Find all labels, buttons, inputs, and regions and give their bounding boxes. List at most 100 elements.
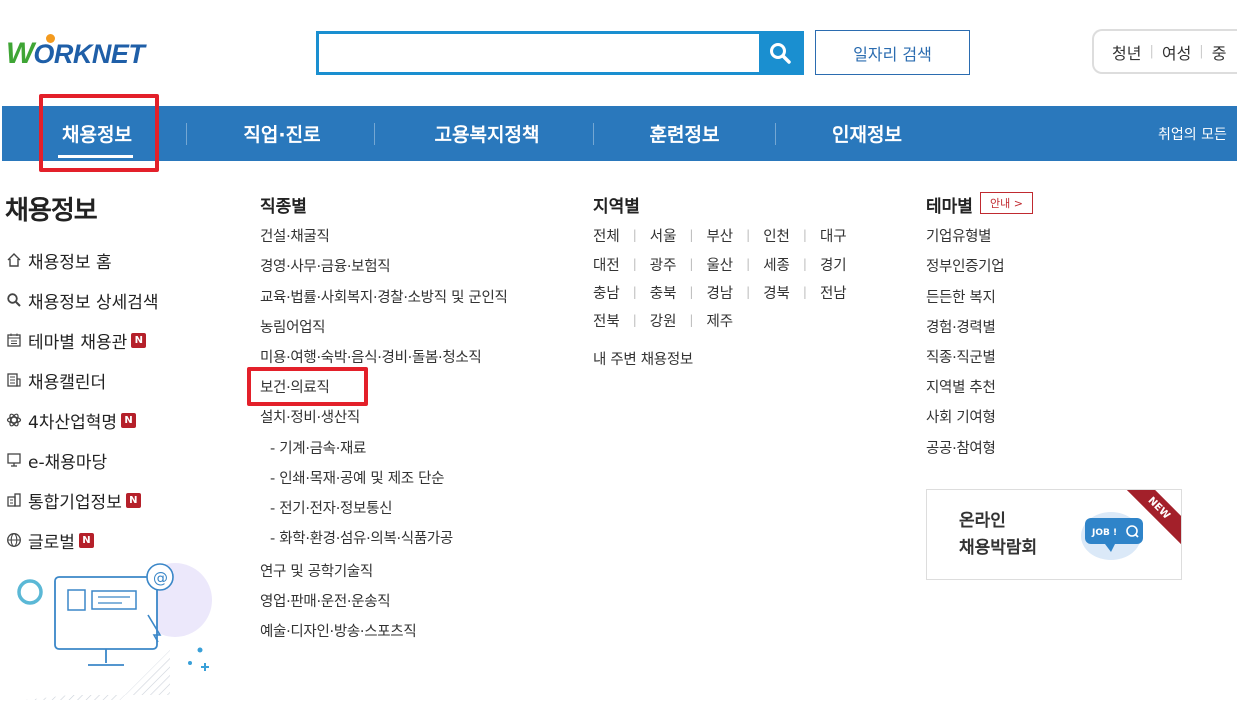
region-link[interactable]: 세종: [763, 254, 790, 275]
region-link[interactable]: 경남: [706, 282, 733, 303]
region-link[interactable]: 충북: [650, 282, 677, 303]
quick-links: 청년 | 여성 | 중: [1092, 29, 1237, 74]
region-row: 전북 | 강원 | 제주: [593, 310, 733, 331]
logo-text: ORKNET: [33, 38, 145, 69]
region-link[interactable]: 광주: [650, 254, 677, 275]
job-type-link[interactable]: 영업·판매·운전·운송직: [260, 590, 391, 611]
sidebar-item-4th-industry[interactable]: 4차산업혁명 N: [5, 400, 159, 440]
sidebar-item-label: 4차산업혁명: [28, 412, 118, 433]
job-type-link[interactable]: 경영·사무·금융·보험직: [260, 255, 391, 276]
nav-item-welfare[interactable]: 고용복지정책: [407, 106, 567, 161]
nav-right-link[interactable]: 취업의 모든: [1158, 106, 1227, 161]
job-subtype-link[interactable]: - 화학·환경·섬유·의복·식품가공: [270, 527, 453, 548]
search-input[interactable]: [319, 34, 759, 72]
theme-link[interactable]: 기업유형별: [926, 225, 992, 246]
sidebar-item-label: e-채용마당: [28, 452, 108, 473]
search-button[interactable]: [759, 34, 801, 72]
logo-dot: [46, 34, 55, 43]
job-types-title: 직종별: [260, 197, 307, 217]
quick-link-middle[interactable]: 중: [1212, 40, 1227, 64]
region-link[interactable]: 부산: [706, 225, 733, 246]
divider: |: [689, 257, 694, 271]
region-link[interactable]: 인천: [763, 225, 790, 246]
sidebar-title: 채용정보: [5, 196, 98, 226]
theme-link[interactable]: 정부인증기업: [926, 255, 1005, 276]
nav-divider: [593, 123, 594, 145]
sidebar-item-global[interactable]: 글로벌 N: [5, 520, 159, 560]
region-link[interactable]: 울산: [706, 254, 733, 275]
guide-button[interactable]: 안내 >: [980, 192, 1033, 214]
main-nav: 채용정보 직업·진로 고용복지정책 훈련정보 인재정보: [2, 106, 1237, 161]
sidebar-item-label: 채용정보 상세검색: [28, 292, 159, 313]
sidebar-item-detail-search[interactable]: 채용정보 상세검색: [5, 280, 159, 320]
job-type-link[interactable]: 연구 및 공학기술직: [260, 560, 373, 581]
worknet-logo[interactable]: W ORKNET: [6, 34, 145, 74]
theme-link[interactable]: 사회 기여형: [926, 406, 996, 427]
job-type-link[interactable]: 농림어업직: [260, 316, 326, 337]
nearby-jobs-link[interactable]: 내 주변 채용정보: [593, 348, 693, 369]
job-search-button[interactable]: 일자리 검색: [815, 30, 970, 75]
banner-line1: 온라인: [959, 511, 1006, 531]
divider: |: [632, 313, 637, 327]
region-link[interactable]: 대구: [820, 225, 847, 246]
region-row: 전체 | 서울 | 부산 | 인천 | 대구: [593, 225, 847, 246]
themes-title: 테마별: [926, 197, 973, 217]
theme-link[interactable]: 직종·직군별: [926, 346, 996, 367]
sidebar-item-label: 채용정보 홈: [28, 252, 112, 273]
nav-divider: [775, 123, 776, 145]
sidebar-item-e-recruit[interactable]: e-채용마당: [5, 440, 159, 480]
sidebar-item-company-info[interactable]: 통합기업정보 N: [5, 480, 159, 520]
nav-item-talent[interactable]: 인재정보: [802, 106, 932, 161]
job-type-link[interactable]: 예술·디자인·방송·스포츠직: [260, 620, 417, 641]
quick-link-women[interactable]: 여성: [1162, 40, 1191, 64]
job-type-link[interactable]: 교육·법률·사회복지·경찰·소방직 및 군인직: [260, 286, 508, 307]
divider: |: [689, 228, 694, 242]
job-type-link[interactable]: 건설·채굴직: [260, 225, 330, 246]
nav-item-career[interactable]: 직업·진로: [217, 106, 347, 161]
theme-link[interactable]: 경험·경력별: [926, 316, 996, 337]
region-link[interactable]: 경북: [763, 282, 790, 303]
divider: |: [632, 228, 637, 242]
sidebar-item-theme[interactable]: 테마별 채용관 N: [5, 320, 159, 360]
atom-icon: [5, 411, 23, 429]
region-link[interactable]: 서울: [650, 225, 677, 246]
sidebar-item-calendar[interactable]: 채용캘린더: [5, 360, 159, 400]
theme-link[interactable]: 지역별 추천: [926, 376, 996, 397]
new-badge: N: [78, 532, 94, 548]
region-link[interactable]: 전북: [593, 310, 620, 331]
job-subtype-link[interactable]: - 기계·금속·재료: [270, 437, 366, 458]
sidebar-item-label: 채용캘린더: [28, 372, 107, 393]
region-link[interactable]: 충남: [593, 282, 620, 303]
divider: |: [802, 285, 807, 299]
quick-link-youth[interactable]: 청년: [1112, 40, 1141, 64]
highlight-box: [247, 367, 368, 406]
online-job-fair-banner[interactable]: 온라인 채용박람회 JOB ! NEW: [926, 489, 1182, 580]
search-icon: [5, 291, 23, 309]
divider: |: [746, 257, 751, 271]
banner-line2: 채용박람회: [959, 538, 1038, 558]
region-link[interactable]: 경기: [820, 254, 847, 275]
globe-icon: [5, 531, 23, 549]
region-link[interactable]: 제주: [706, 310, 733, 331]
region-link[interactable]: 대전: [593, 254, 620, 275]
sidebar-item-home[interactable]: 채용정보 홈: [5, 240, 159, 280]
theme-link[interactable]: 든든한 복지: [926, 286, 996, 307]
divider: |: [689, 285, 694, 299]
region-link[interactable]: 강원: [650, 310, 677, 331]
divider: |: [1199, 44, 1204, 59]
sidebar-item-label: 글로벌: [28, 532, 75, 553]
nav-item-training[interactable]: 훈련정보: [622, 106, 747, 161]
region-link[interactable]: 전체: [593, 225, 620, 246]
job-subtype-link[interactable]: - 전기·전자·정보통신: [270, 497, 392, 518]
job-type-link[interactable]: 미용·여행·숙박·음식·경비·돌봄·청소직: [260, 346, 482, 367]
calendar-icon: [5, 331, 23, 349]
divider: |: [632, 257, 637, 271]
regions-title: 지역별: [593, 197, 640, 217]
home-icon: [5, 251, 23, 269]
job-type-link[interactable]: 설치·정비·생산직: [260, 406, 360, 427]
search-icon: [770, 43, 791, 64]
nav-divider: [374, 123, 375, 145]
region-link[interactable]: 전남: [820, 282, 847, 303]
theme-link[interactable]: 공공·참여형: [926, 437, 996, 458]
job-subtype-link[interactable]: - 인쇄·목재·공예 및 제조 단순: [270, 467, 445, 488]
